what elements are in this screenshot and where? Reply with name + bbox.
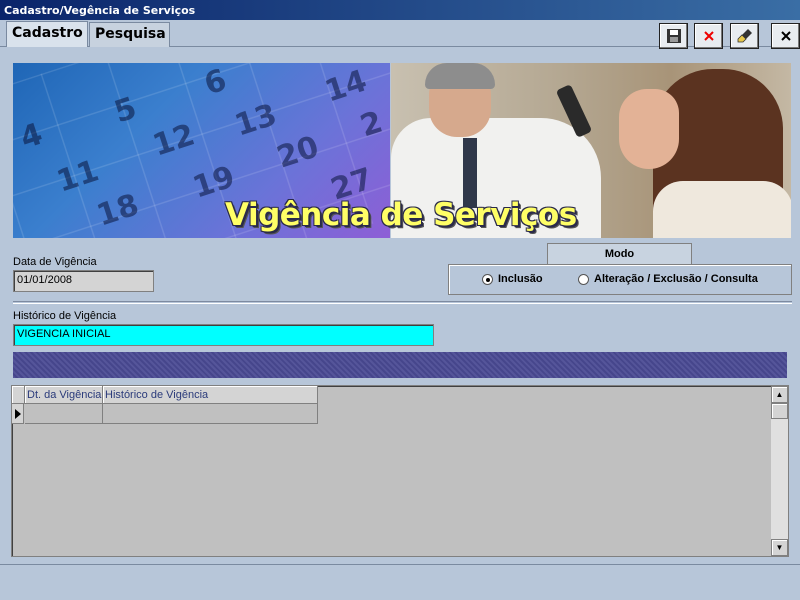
scroll-down-icon[interactable]: ▼ <box>771 539 788 556</box>
history-label: Histórico de Vigência <box>13 310 117 322</box>
vigencia-grid[interactable]: Dt. da Vigência Histórico de Vigência ▲ … <box>11 385 789 557</box>
status-bar <box>0 564 800 600</box>
column-historico-vigencia[interactable]: Histórico de Vigência <box>103 386 318 404</box>
radio-alteracao-label: Alteração / Exclusão / Consulta <box>594 273 758 285</box>
date-label: Data de Vigência <box>13 256 97 268</box>
row-indicator-icon <box>12 404 24 424</box>
radio-inclusao-label: Inclusão <box>498 273 543 285</box>
floppy-disk-icon <box>666 29 681 43</box>
separator <box>13 301 792 304</box>
clear-button[interactable] <box>730 23 759 49</box>
scroll-up-icon[interactable]: ▲ <box>771 386 788 403</box>
modo-label: Modo <box>547 243 692 265</box>
radio-alteracao-exclusao-consulta[interactable]: Alteração / Exclusão / Consulta <box>578 273 758 285</box>
scroll-thumb[interactable] <box>771 403 788 419</box>
radio-inclusao[interactable]: Inclusão <box>482 273 543 285</box>
banner-image: 6 5 14 4 12 13 2 11 20 18 19 27 Vigência… <box>13 63 791 238</box>
cancel-button[interactable] <box>694 23 723 49</box>
modo-radio-group: Inclusão Alteração / Exclusão / Consulta <box>448 264 792 295</box>
red-x-icon <box>703 31 714 41</box>
radio-unselected-icon <box>578 273 589 285</box>
history-field[interactable]: VIGENCIA INICIAL <box>13 324 434 346</box>
save-button[interactable] <box>659 23 688 49</box>
vertical-scrollbar[interactable]: ▲ ▼ <box>771 386 788 556</box>
eraser-brush-icon <box>737 29 752 43</box>
grid-cell[interactable] <box>103 404 318 424</box>
close-icon <box>780 31 791 41</box>
decorative-stripe <box>13 352 787 378</box>
grid-corner <box>12 386 25 404</box>
column-dt-vigencia[interactable]: Dt. da Vigência <box>25 386 103 404</box>
window-title: Cadastro/Vegência de Serviços <box>0 0 800 20</box>
tab-pesquisa[interactable]: Pesquisa <box>89 22 170 47</box>
close-button[interactable] <box>771 23 800 49</box>
radio-selected-icon <box>482 273 493 285</box>
grid-cell[interactable] <box>25 404 103 424</box>
tab-cadastro[interactable]: Cadastro <box>6 21 88 47</box>
banner-title: Vigência de Serviços <box>225 197 577 233</box>
date-field[interactable]: 01/01/2008 <box>13 270 154 292</box>
